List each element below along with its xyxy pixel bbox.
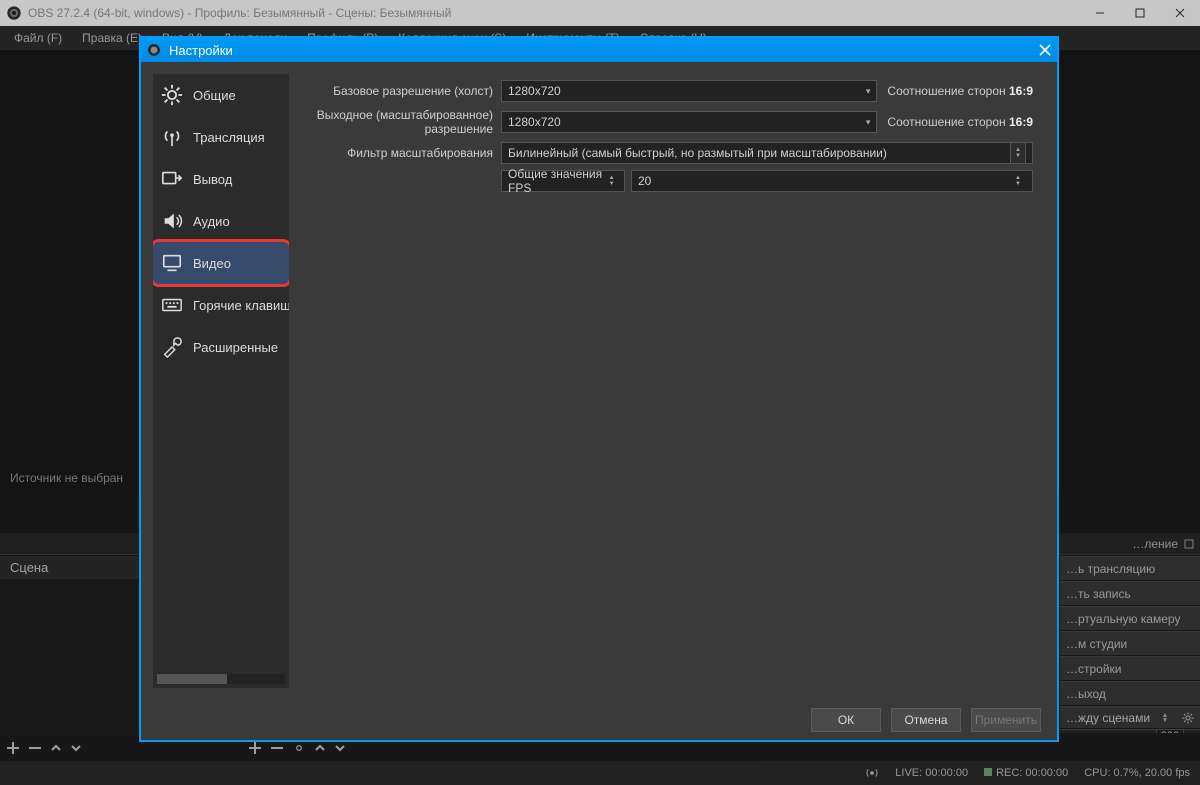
ok-button[interactable]: ОК <box>811 708 881 732</box>
sidebar-item-stream[interactable]: Трансляция <box>153 116 289 158</box>
settings-dialog: Настройки Общие <box>139 36 1059 742</box>
row-output-resolution: Выходное (масштабированное) разрешение 1… <box>301 108 1033 136</box>
settings-panel-video: Базовое разрешение (холст) 1280x720 ▾ Со… <box>301 62 1057 700</box>
dialog-app-icon <box>147 43 161 57</box>
sidebar-item-label: Трансляция <box>193 130 265 145</box>
dialog-close-icon[interactable] <box>1039 44 1051 56</box>
tools-icon <box>161 336 183 358</box>
cancel-button[interactable]: Отмена <box>891 708 961 732</box>
sidebar-item-label: Расширенные <box>193 340 278 355</box>
speaker-icon <box>161 210 183 232</box>
base-resolution-combo[interactable]: 1280x720 ▾ <box>501 80 877 102</box>
downscale-filter-label: Фильтр масштабирования <box>301 146 501 160</box>
downscale-filter-combo[interactable]: Билинейный (самый быстрый, но размытый п… <box>501 142 1033 164</box>
chevron-down-icon: ▾ <box>866 117 871 128</box>
fps-value-spinner-icon[interactable]: ▲▼ <box>1010 175 1026 187</box>
sidebar-item-hotkeys[interactable]: Горячие клавиш <box>153 284 289 326</box>
dialog-titlebar[interactable]: Настройки <box>141 38 1057 62</box>
fps-value: 20 <box>638 174 651 188</box>
apply-button[interactable]: Применить <box>971 708 1041 732</box>
sidebar-scrollbar[interactable] <box>157 674 285 684</box>
output-icon <box>161 168 183 190</box>
monitor-icon <box>161 252 183 274</box>
sidebar-item-label: Вывод <box>193 172 232 187</box>
sidebar-item-audio[interactable]: Аудио <box>153 200 289 242</box>
row-fps: Общие значения FPS ▲▼ 20 ▲▼ <box>301 170 1033 192</box>
dialog-title: Настройки <box>169 43 233 58</box>
base-resolution-value: 1280x720 <box>508 84 561 98</box>
dialog-footer: ОК Отмена Применить <box>141 700 1057 740</box>
output-aspect-ratio: Соотношение сторон 16:9 <box>883 115 1033 129</box>
downscale-filter-value: Билинейный (самый быстрый, но размытый п… <box>508 146 887 160</box>
gear-icon <box>161 84 183 106</box>
sidebar-item-label: Аудио <box>193 214 230 229</box>
sidebar-item-general[interactable]: Общие <box>153 74 289 116</box>
base-aspect-ratio: Соотношение сторон 16:9 <box>883 84 1033 98</box>
sidebar-item-label: Видео <box>193 256 231 271</box>
antenna-icon <box>161 126 183 148</box>
sidebar-item-video[interactable]: Видео <box>153 242 289 284</box>
fps-type-spinner-icon[interactable]: ▲▼ <box>605 175 618 187</box>
settings-sidebar: Общие Трансляция Вывод <box>153 74 289 688</box>
fps-type-combo[interactable]: Общие значения FPS ▲▼ <box>501 170 625 192</box>
sidebar-item-advanced[interactable]: Расширенные <box>153 326 289 368</box>
output-resolution-combo[interactable]: 1280x720 ▾ <box>501 111 877 133</box>
obs-main-window: OBS 27.2.4 (64-bit, windows) - Профиль: … <box>0 0 1200 785</box>
fps-value-combo[interactable]: 20 ▲▼ <box>631 170 1033 192</box>
base-resolution-label: Базовое разрешение (холст) <box>301 84 501 98</box>
fps-type-value: Общие значения FPS <box>508 167 605 195</box>
sidebar-item-label: Горячие клавиш <box>193 298 289 313</box>
sidebar-item-output[interactable]: Вывод <box>153 158 289 200</box>
output-resolution-label: Выходное (масштабированное) разрешение <box>301 108 501 136</box>
output-resolution-value: 1280x720 <box>508 115 561 129</box>
chevron-down-icon: ▾ <box>866 86 871 97</box>
row-base-resolution: Базовое разрешение (холст) 1280x720 ▾ Со… <box>301 80 1033 102</box>
row-downscale-filter: Фильтр масштабирования Билинейный (самый… <box>301 142 1033 164</box>
filter-spinner-icon[interactable]: ▲▼ <box>1010 142 1026 164</box>
keyboard-icon <box>161 294 183 316</box>
sidebar-item-label: Общие <box>193 88 236 103</box>
